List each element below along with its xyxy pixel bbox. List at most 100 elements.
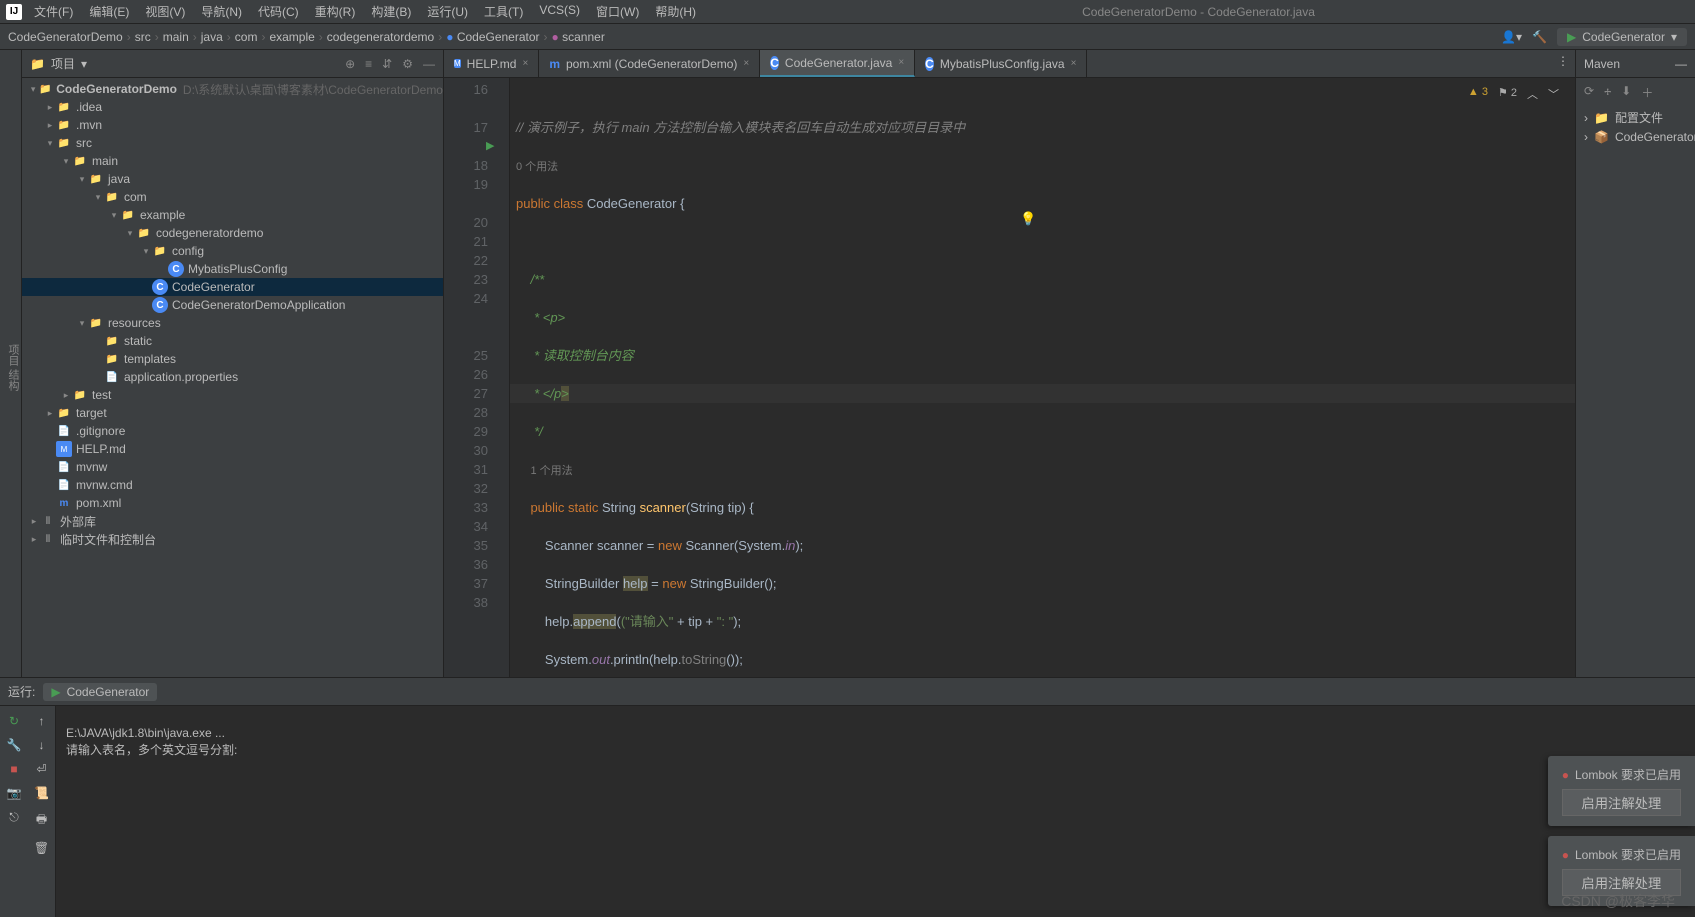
tree-node[interactable]: ▾📁codegeneratordemo — [22, 224, 443, 242]
exit-icon[interactable]: ⎋ — [9, 810, 19, 825]
breadcrumb-item[interactable]: src — [135, 30, 151, 44]
stop-icon[interactable]: ■ — [10, 762, 17, 776]
print-icon[interactable]: 🖶 — [36, 810, 47, 831]
code-editor[interactable]: 💡 // 演示例子，执行 main 方法控制台输入模块表名回车自动生成对应项目目… — [510, 78, 1575, 677]
breadcrumb-item[interactable]: main — [163, 30, 189, 44]
editor-tab[interactable]: mpom.xml (CodeGeneratorDemo)× — [539, 50, 760, 77]
breadcrumb-item[interactable]: java — [201, 30, 223, 44]
project-root[interactable]: ▾📁CodeGeneratorDemoD:\系统默认\桌面\博客素材\CodeG… — [22, 80, 443, 98]
close-icon[interactable]: × — [1071, 58, 1077, 69]
breadcrumb-item[interactable]: ● CodeGenerator — [446, 30, 539, 44]
chevron-down-icon[interactable]: ▾ — [81, 57, 87, 71]
breadcrumb-item[interactable]: ● scanner — [552, 30, 605, 44]
editor-gutter[interactable]: ▶ 16171819202122232425262728293031323334… — [444, 78, 496, 677]
tree-node[interactable]: ▸⫴外部库 — [22, 512, 443, 530]
breadcrumb-item[interactable]: codegeneratordemo — [327, 30, 434, 44]
collapse-all-icon[interactable]: ⇵ — [382, 57, 392, 71]
tree-node[interactable]: ▾📁main — [22, 152, 443, 170]
clear-icon[interactable]: 🗑 — [34, 841, 49, 855]
breadcrumb-item[interactable]: example — [269, 30, 314, 44]
tree-node[interactable]: 📄mvnw — [22, 458, 443, 476]
tree-node[interactable]: ▾📁config — [22, 242, 443, 260]
user-icon[interactable]: 👤▾ — [1501, 30, 1522, 44]
tree-node[interactable]: MHELP.md — [22, 440, 443, 458]
tree-node[interactable]: 📄mvnw.cmd — [22, 476, 443, 494]
tree-node[interactable]: ▾📁src — [22, 134, 443, 152]
menu-item[interactable]: 窗口(W) — [592, 1, 643, 22]
expand-all-icon[interactable]: ≡ — [365, 57, 372, 71]
tree-node[interactable]: ▾📁java — [22, 170, 443, 188]
run-line-marker-icon[interactable]: ▶ — [486, 137, 494, 156]
up-icon[interactable]: ↑ — [39, 714, 45, 728]
intention-bulb-icon[interactable]: 💡 — [1020, 209, 1036, 228]
menu-item[interactable]: 代码(C) — [254, 1, 303, 22]
tree-node[interactable]: mpom.xml — [22, 494, 443, 512]
hide-icon[interactable]: — — [423, 57, 435, 71]
scroll-icon[interactable]: 📜 — [34, 786, 49, 800]
breadcrumb: CodeGeneratorDemo›src›main›java›com›exam… — [8, 30, 605, 44]
breadcrumb-item[interactable]: CodeGeneratorDemo — [8, 30, 123, 44]
tree-node[interactable]: ▸⫴临时文件和控制台 — [22, 530, 443, 548]
tree-node[interactable]: ▸📁target — [22, 404, 443, 422]
hide-icon[interactable]: — — [1675, 57, 1687, 71]
menu-item[interactable]: 工具(T) — [480, 1, 527, 22]
breadcrumb-item[interactable]: com — [235, 30, 258, 44]
run-tab[interactable]: ▶ CodeGenerator — [43, 683, 157, 701]
fold-gutter[interactable] — [496, 78, 510, 677]
chevron-up-icon[interactable]: ︿ — [1527, 86, 1538, 102]
download-icon[interactable]: ⬇ — [1621, 84, 1631, 101]
menu-item[interactable]: VCS(S) — [535, 1, 584, 22]
tree-node[interactable]: ▸📁.mvn — [22, 116, 443, 134]
down-icon[interactable]: ↓ — [39, 738, 45, 752]
tree-node[interactable]: CMybatisPlusConfig — [22, 260, 443, 278]
tree-node[interactable]: CCodeGenerator — [22, 278, 443, 296]
close-icon[interactable]: × — [522, 58, 528, 69]
enable-annotation-button[interactable]: 启用注解处理 — [1562, 789, 1681, 816]
project-tool-window: 📁 项目 ▾ ⊕ ≡ ⇵ ⚙ — ▾📁CodeGeneratorDemoD:\系… — [22, 50, 444, 677]
select-opened-file-icon[interactable]: ⊕ — [345, 57, 355, 71]
tabs-overflow-icon[interactable]: ⋮ — [1557, 54, 1569, 68]
menu-item[interactable]: 构建(B) — [367, 1, 415, 22]
run-tab-icon: ▶ — [51, 685, 60, 699]
wrench-icon[interactable]: 🔧 — [7, 738, 22, 752]
maven-project-node[interactable]: ›📦CodeGeneratorD — [1576, 128, 1695, 146]
tree-node[interactable]: 📁static — [22, 332, 443, 350]
menu-item[interactable]: 视图(V) — [141, 1, 189, 22]
tree-node[interactable]: 📄application.properties — [22, 368, 443, 386]
editor-tab[interactable]: CCodeGenerator.java× — [760, 50, 915, 77]
menu-item[interactable]: 帮助(H) — [651, 1, 700, 22]
tree-node[interactable]: ▸📁test — [22, 386, 443, 404]
maven-profiles-node[interactable]: ›📁配置文件 — [1576, 107, 1695, 128]
tree-node[interactable]: ▾📁example — [22, 206, 443, 224]
add-icon[interactable]: 🕂 — [1604, 84, 1611, 101]
close-icon[interactable]: × — [743, 58, 749, 69]
menu-item[interactable]: 文件(F) — [30, 1, 77, 22]
plus-icon[interactable]: ＋ — [1641, 84, 1653, 101]
rerun-icon[interactable]: ↻ — [9, 714, 19, 728]
wrap-icon[interactable]: ⏎ — [36, 762, 46, 776]
menu-item[interactable]: 编辑(E) — [85, 1, 133, 22]
inspection-widget[interactable]: ▲ 3 ⚑ 2 ︿ ﹀ — [1464, 84, 1563, 104]
run-configuration-dropdown[interactable]: ▶ CodeGenerator ▾ — [1557, 28, 1687, 46]
tree-node[interactable]: ▾📁resources — [22, 314, 443, 332]
menu-item[interactable]: 重构(R) — [311, 1, 360, 22]
tree-node[interactable]: 📁templates — [22, 350, 443, 368]
camera-icon[interactable]: 📷 — [7, 786, 22, 800]
editor-tab[interactable]: CMybatisPlusConfig.java× — [915, 50, 1087, 77]
menu-item[interactable]: 导航(N) — [197, 1, 246, 22]
chevron-down-icon[interactable]: ﹀ — [1548, 86, 1559, 102]
project-tree[interactable]: ▾📁CodeGeneratorDemoD:\系统默认\桌面\博客素材\CodeG… — [22, 78, 443, 677]
close-icon[interactable]: × — [898, 57, 904, 68]
refresh-icon[interactable]: ⟳ — [1584, 84, 1594, 101]
tree-node[interactable]: CCodeGeneratorDemoApplication — [22, 296, 443, 314]
tool-window-stripe-left[interactable]: 项目 结构 — [0, 50, 22, 677]
tree-node[interactable]: 📄.gitignore — [22, 422, 443, 440]
menu-item[interactable]: 运行(U) — [423, 1, 472, 22]
menu-bar: IJ 文件(F)编辑(E)视图(V)导航(N)代码(C)重构(R)构建(B)运行… — [0, 0, 1695, 24]
console-output[interactable]: E:\JAVA\jdk1.8\bin\java.exe ... 请输入表名，多个… — [56, 706, 1695, 917]
tree-node[interactable]: ▾📁com — [22, 188, 443, 206]
editor-tab[interactable]: MHELP.md× — [444, 50, 539, 77]
build-icon[interactable]: 🔨 — [1532, 30, 1547, 44]
tree-node[interactable]: ▸📁.idea — [22, 98, 443, 116]
settings-icon[interactable]: ⚙ — [402, 57, 413, 71]
